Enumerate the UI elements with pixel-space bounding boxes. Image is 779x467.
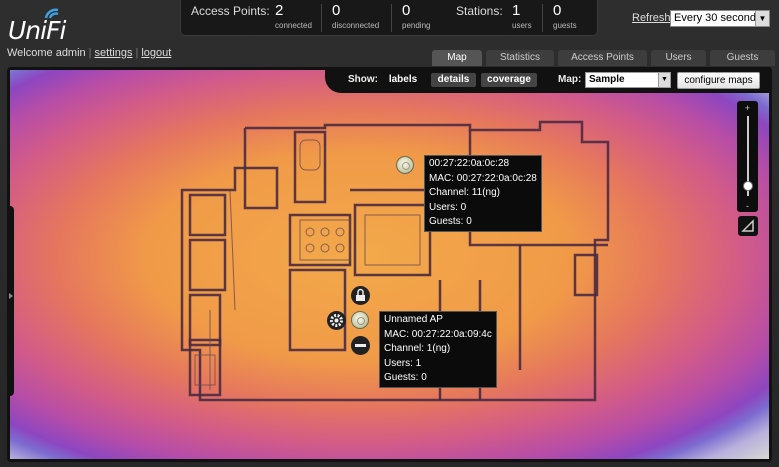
minus-glyph <box>355 344 366 347</box>
settings-link[interactable]: settings <box>95 47 133 59</box>
ap-name: 00:27:22:0a:0c:28 <box>429 158 510 169</box>
unifi-controller: UniFi Access Points: 2 connected 0 disco… <box>0 0 779 467</box>
disconnected-label: disconnected <box>332 21 380 30</box>
tab-statistics[interactable]: Statistics <box>486 50 554 66</box>
divider <box>542 4 543 32</box>
logout-link[interactable]: logout <box>141 47 171 59</box>
chevron-down-icon: ▼ <box>755 11 769 26</box>
chevron-right-icon <box>9 293 13 299</box>
gear-icon[interactable] <box>327 311 346 330</box>
connected-label: connected <box>275 21 312 30</box>
users-count[interactable]: 1 users <box>512 2 532 30</box>
labels-toggle[interactable]: labels <box>386 73 420 87</box>
users-value: 1 <box>512 2 521 19</box>
ap-channel: Channel: 1(ng) <box>384 343 451 354</box>
ap-users: Users: 0 <box>429 201 467 213</box>
ap-channel: Channel: 11(ng) <box>429 187 500 198</box>
zoom-control: + - <box>737 101 758 212</box>
lock-icon[interactable] <box>351 286 370 305</box>
stations-label: Stations: <box>456 4 503 18</box>
sidebar-toggle[interactable] <box>7 206 14 396</box>
ap-details-popup: Unnamed AP MAC: 00:27:22:0a:09:4c Channe… <box>379 311 497 388</box>
connected-value: 2 <box>275 2 284 19</box>
map-frame: 00:27:22:0a:0c:28 MAC: 00:27:22:0a:0c:28… <box>7 67 772 462</box>
pending-value: 0 <box>402 2 411 19</box>
access-points-label: Access Points: <box>191 4 270 18</box>
remove-icon[interactable] <box>351 336 370 355</box>
ruler-glyph <box>741 219 754 232</box>
disconnected-count[interactable]: 0 disconnected <box>332 2 379 30</box>
status-summary: Access Points: 2 connected 0 disconnecte… <box>180 0 598 36</box>
ap-name: Unnamed AP <box>384 314 443 325</box>
tab-users[interactable]: Users <box>651 50 706 66</box>
access-point-marker[interactable] <box>396 156 414 174</box>
map-label: Map: <box>558 74 582 85</box>
floor-plan <box>180 120 610 402</box>
zoom-slider-handle[interactable] <box>743 180 753 191</box>
logo-text: UniFi <box>8 16 66 45</box>
divider <box>391 4 392 32</box>
divider <box>321 4 322 32</box>
tab-access-points[interactable]: Access Points <box>558 50 647 66</box>
unifi-logo: UniFi <box>8 4 70 45</box>
zoom-out-button[interactable]: - <box>737 201 758 211</box>
welcome-bar: Welcome admin | settings | logout <box>7 47 172 59</box>
refresh-interval-select[interactable]: Every 30 seconds ▼ <box>670 10 770 27</box>
ap-mac: MAC: 00:27:22:0a:0c:28 <box>429 172 537 184</box>
pending-label: pending <box>402 21 431 30</box>
show-label: Show: <box>348 74 378 85</box>
access-point-marker[interactable] <box>351 311 369 329</box>
connected-count[interactable]: 2 connected <box>275 2 312 30</box>
ruler-icon[interactable] <box>738 216 758 236</box>
tab-map[interactable]: Map <box>432 50 482 66</box>
guests-count[interactable]: 0 guests <box>553 2 577 30</box>
refresh-link[interactable]: Refresh <box>632 12 671 24</box>
configure-maps-button[interactable]: configure maps <box>677 72 760 89</box>
zoom-in-button[interactable]: + <box>737 103 758 113</box>
refresh-interval-value: Every 30 seconds <box>674 12 762 24</box>
ap-mac: MAC: 00:27:22:0a:09:4c <box>384 328 492 340</box>
ap-details-popup: 00:27:22:0a:0c:28 MAC: 00:27:22:0a:0c:28… <box>424 155 542 232</box>
welcome-text: Welcome admin <box>7 47 86 59</box>
tab-guests[interactable]: Guests <box>710 50 775 66</box>
ap-guests: Guests: 0 <box>384 372 427 383</box>
chevron-down-icon: ▼ <box>658 73 670 87</box>
coverage-toggle[interactable]: coverage <box>481 73 537 87</box>
coverage-map[interactable]: 00:27:22:0a:0c:28 MAC: 00:27:22:0a:0c:28… <box>10 70 769 459</box>
ap-guests: Guests: 0 <box>429 216 472 227</box>
ap-users: Users: 1 <box>384 357 422 369</box>
users-label: users <box>512 21 532 30</box>
map-select[interactable]: Sample ▼ <box>585 72 671 88</box>
guests-label: guests <box>553 21 577 30</box>
guests-value: 0 <box>553 2 562 19</box>
details-toggle[interactable]: details <box>431 73 476 87</box>
map-select-value: Sample <box>589 74 625 85</box>
lock-glyph <box>356 288 365 301</box>
disconnected-value: 0 <box>332 2 341 19</box>
gear-glyph <box>330 314 343 327</box>
pending-count[interactable]: 0 pending <box>402 2 430 30</box>
